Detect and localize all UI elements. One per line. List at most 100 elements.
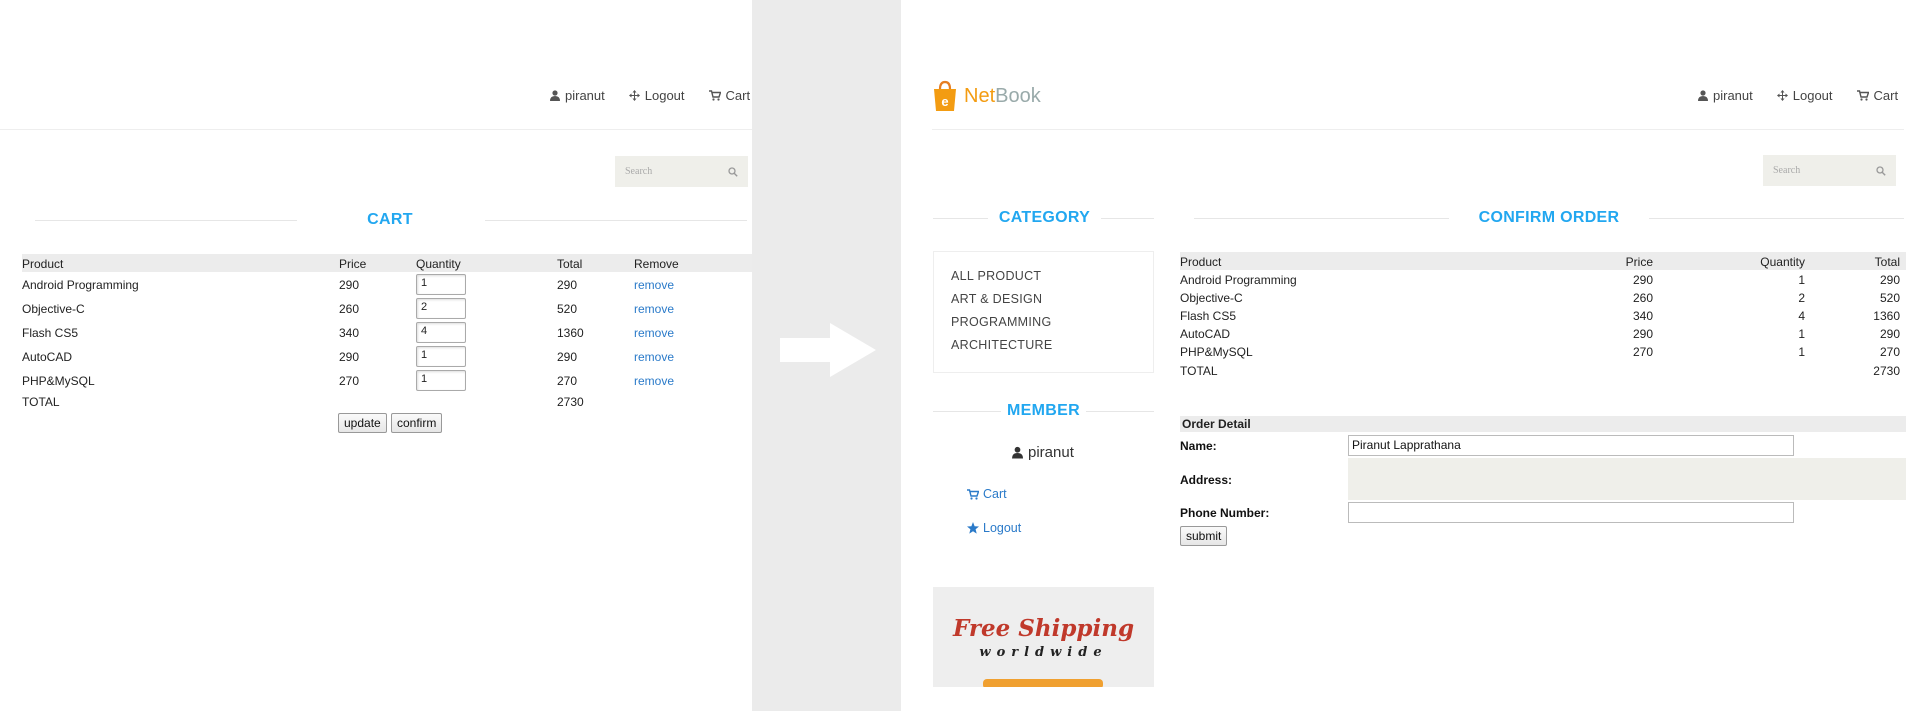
name-label: Name: — [1180, 439, 1217, 453]
nav-cart[interactable]: Cart — [708, 88, 751, 103]
member-cart-link[interactable]: Cart — [967, 487, 1007, 501]
category-rule-right — [1101, 218, 1154, 219]
cart-title: CART — [367, 211, 413, 228]
member-cart-label: Cart — [983, 487, 1007, 501]
confirm-button[interactable]: confirm — [391, 413, 443, 433]
category-item[interactable]: ALL PRODUCT — [951, 269, 1041, 283]
member-rule-right — [1086, 411, 1154, 412]
search-icon — [728, 166, 738, 177]
comparison-stage: piranut Logout Cart Search CART Product … — [0, 0, 1920, 711]
order-row-total: 1360 — [1873, 309, 1900, 323]
cart-row-price: 290 — [339, 350, 360, 364]
submit-button[interactable]: submit — [1180, 526, 1228, 546]
col-product: Product — [22, 257, 64, 271]
total-label: TOTAL — [22, 395, 60, 409]
category-item[interactable]: ART & DESIGN — [951, 292, 1042, 306]
quantity-input[interactable]: 4 — [416, 322, 466, 343]
order-row-product: Flash CS5 — [1180, 309, 1237, 323]
header-divider — [0, 129, 752, 130]
top-nav-right: piranut Logout Cart — [1698, 88, 1898, 103]
netbook-logo[interactable]: e NetBook — [932, 80, 1041, 112]
nav-cart-label: Cart — [725, 88, 751, 103]
search-placeholder: Search — [625, 166, 653, 177]
quantity-input[interactable]: 1 — [416, 370, 466, 391]
order-row-product: Objective-C — [1180, 291, 1243, 305]
cart-row-total: 1360 — [557, 326, 584, 340]
nav-user-label: piranut — [565, 88, 605, 103]
quantity-input[interactable]: 2 — [416, 298, 466, 319]
move-icon — [628, 90, 640, 101]
cart-icon — [1856, 90, 1869, 101]
remove-link[interactable]: remove — [634, 350, 674, 364]
user-icon — [550, 90, 560, 101]
update-button[interactable]: update — [338, 413, 387, 433]
order-row-price: 290 — [1632, 273, 1653, 287]
address-field[interactable] — [1348, 458, 1906, 500]
remove-link[interactable]: remove — [634, 302, 674, 316]
confirm-order-screen: e NetBook piranut Logout Cart Search CAT… — [901, 0, 1920, 711]
move-icon — [1776, 90, 1788, 101]
member-logout-link[interactable]: Logout — [967, 521, 1021, 535]
nav-user[interactable]: piranut — [550, 88, 605, 103]
order-total-label: TOTAL — [1180, 364, 1218, 378]
remove-link[interactable]: remove — [634, 278, 674, 292]
address-label: Address: — [1180, 473, 1233, 487]
order-row-total: 290 — [1879, 273, 1900, 287]
remove-link[interactable]: remove — [634, 374, 674, 388]
order-row-qty: 1 — [1798, 345, 1805, 359]
phone-field[interactable] — [1348, 502, 1794, 523]
order-row-total: 520 — [1879, 291, 1900, 305]
nav-user-label: piranut — [1713, 88, 1753, 103]
order-row-qty: 1 — [1798, 273, 1805, 287]
cart-row-product: Android Programming — [22, 278, 139, 292]
nav-logout-label: Logout — [1792, 88, 1833, 103]
cart-icon — [967, 488, 979, 500]
total-value: 2730 — [557, 395, 584, 409]
name-field[interactable]: Piranut Lapprathana — [1348, 435, 1794, 456]
col-price: Price — [339, 257, 367, 271]
cart-row-price: 290 — [339, 278, 360, 292]
quantity-input[interactable]: 1 — [416, 274, 466, 295]
promo-headline: Free Shipping — [952, 615, 1135, 642]
member-rule-left — [933, 411, 1001, 412]
nav-user[interactable]: piranut — [1698, 88, 1753, 103]
nav-cart[interactable]: Cart — [1856, 88, 1898, 103]
order-row-price: 260 — [1632, 291, 1653, 305]
cart-row-total: 290 — [557, 350, 578, 364]
cart-row-price: 340 — [339, 326, 360, 340]
col-total: Total — [557, 257, 583, 271]
brand-name: NetBook — [964, 85, 1041, 108]
nav-logout[interactable]: Logout — [628, 88, 685, 103]
confirm-rule-left — [1194, 218, 1449, 219]
free-shipping-banner[interactable]: Free Shipping worldwide — [933, 587, 1154, 687]
user-icon — [1698, 90, 1708, 101]
order-row-total: 270 — [1879, 345, 1900, 359]
col-product: Product — [1180, 255, 1222, 269]
order-row-product: Android Programming — [1180, 273, 1297, 287]
header-divider — [932, 129, 1904, 130]
remove-link[interactable]: remove — [634, 326, 674, 340]
nav-logout[interactable]: Logout — [1776, 88, 1833, 103]
search-input[interactable]: Search — [615, 156, 748, 187]
category-item[interactable]: ARCHITECTURE — [951, 338, 1053, 352]
search-input[interactable]: Search — [1763, 155, 1896, 186]
cart-row-total: 520 — [557, 302, 578, 316]
order-detail-header: Order Detail — [1180, 416, 1906, 432]
col-remove: Remove — [634, 257, 679, 271]
search-icon — [1876, 165, 1886, 176]
phone-label: Phone Number: — [1180, 506, 1270, 520]
cart-screen: piranut Logout Cart Search CART Product … — [0, 0, 752, 711]
quantity-input[interactable]: 1 — [416, 346, 466, 367]
col-quantity: Quantity — [416, 257, 461, 271]
cart-row-product: Objective-C — [22, 302, 85, 316]
member-name: piranut — [1012, 444, 1074, 461]
category-item[interactable]: PROGRAMMING — [951, 315, 1052, 329]
top-nav: piranut Logout Cart — [550, 88, 750, 103]
nav-logout-label: Logout — [644, 88, 685, 103]
member-title: MEMBER — [1007, 402, 1080, 419]
member-logout-label: Logout — [983, 521, 1022, 535]
cart-row-product: AutoCAD — [22, 350, 73, 364]
cart-row-price: 270 — [339, 374, 360, 388]
promo-subline: worldwide — [979, 645, 1108, 660]
order-row-price: 270 — [1632, 345, 1653, 359]
